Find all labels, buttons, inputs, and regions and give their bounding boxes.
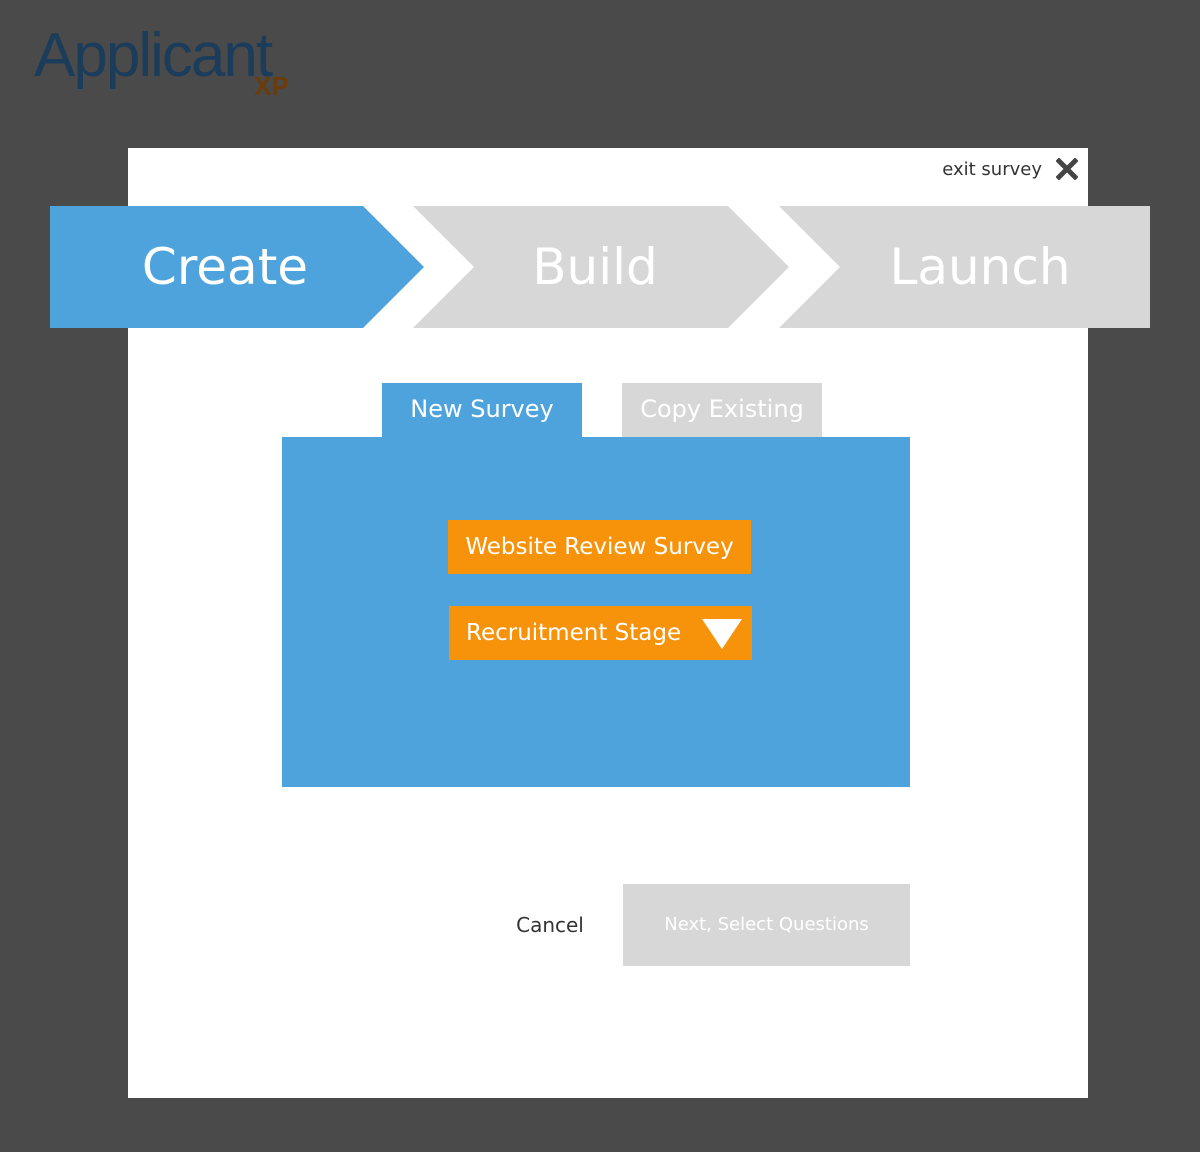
- recruitment-stage-dropdown[interactable]: Recruitment Stage: [449, 606, 752, 660]
- next-select-questions-button[interactable]: Next, Select Questions: [623, 884, 910, 966]
- exit-survey-button[interactable]: exit survey: [942, 154, 1078, 184]
- recruitment-stage-label: Recruitment Stage: [466, 620, 682, 646]
- tab-new-survey[interactable]: New Survey: [382, 383, 582, 437]
- applicant-xp-logo: Applicant XP: [34, 18, 314, 108]
- logo-wordmark: Applicant: [34, 21, 273, 90]
- close-icon[interactable]: [1056, 158, 1078, 180]
- step-create[interactable]: Create: [110, 206, 340, 328]
- step-launch[interactable]: Launch: [840, 206, 1120, 328]
- logo-suffix: XP: [254, 71, 289, 101]
- tab-copy-existing[interactable]: Copy Existing: [622, 383, 822, 437]
- step-build[interactable]: Build: [470, 206, 720, 328]
- cancel-button[interactable]: Cancel: [500, 905, 600, 945]
- progress-steps: Create Build Launch: [50, 206, 1150, 328]
- survey-name-field[interactable]: Website Review Survey: [448, 520, 751, 574]
- exit-survey-label: exit survey: [942, 158, 1042, 180]
- triangle-down-icon: [702, 619, 742, 649]
